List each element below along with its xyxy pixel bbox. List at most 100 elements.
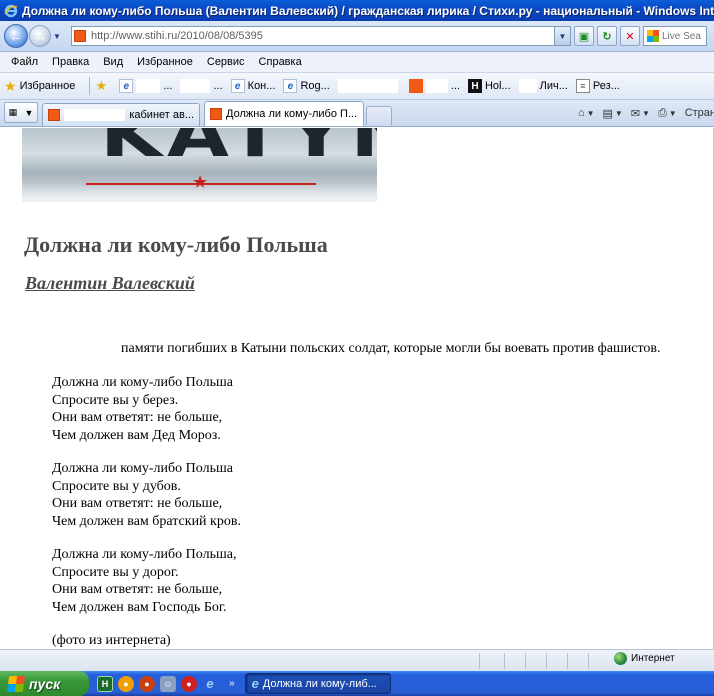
quick-launch: H ● ● ☺ ● e »	[97, 675, 241, 692]
ie-icon	[4, 4, 18, 17]
favorite-item[interactable]	[337, 79, 401, 93]
author-link[interactable]: Валентин Валевский	[25, 273, 195, 294]
quicklaunch-more-icon[interactable]: »	[229, 678, 235, 689]
favorites-star-icon[interactable]: ★	[4, 78, 17, 95]
mail-icon[interactable]: ✉	[631, 107, 640, 120]
tab-label: кабинет ав...	[129, 109, 194, 121]
poem-line: Чем должен вам Господь Бог.	[52, 599, 227, 615]
favorite-item[interactable]: H Hol...	[467, 79, 511, 93]
menu-help[interactable]: Справка	[252, 56, 309, 68]
task-label: Должна ли кому-либ...	[262, 677, 377, 690]
windows-flag-icon	[6, 675, 26, 692]
poem-line: Спросите вы у берез.	[52, 392, 179, 408]
menu-view[interactable]: Вид	[96, 56, 130, 68]
forward-button[interactable]: →	[29, 25, 51, 47]
status-segment	[504, 652, 505, 669]
favorite-item[interactable]: ≡ Рез...	[575, 79, 620, 93]
tab-label: Должна ли кому-либо П...	[226, 108, 358, 120]
home-icon[interactable]: ⌂	[578, 107, 585, 119]
add-favorite-button[interactable]: ★	[94, 78, 111, 93]
quick-tabs-icon: ▦	[8, 107, 18, 117]
back-button[interactable]: ←	[4, 24, 28, 48]
masked-label	[180, 79, 211, 93]
h-app-icon[interactable]: H	[97, 675, 113, 692]
favorites-button[interactable]: Избранное	[20, 80, 76, 92]
poem-line: Должна ли кому-либо Польша,	[52, 547, 237, 562]
new-tab-button[interactable]	[366, 106, 392, 125]
refresh-button[interactable]: ↻	[597, 26, 617, 46]
menu-tools[interactable]: Сервис	[200, 56, 252, 68]
menu-file[interactable]: Файл	[4, 56, 45, 68]
search-field[interactable]	[643, 26, 707, 46]
compatibility-button[interactable]: ▣	[574, 26, 594, 46]
history-dropdown-icon[interactable]: ▼	[53, 32, 65, 41]
ie-quicklaunch-icon[interactable]: e	[202, 676, 218, 692]
print-dropdown-icon[interactable]: ▼	[669, 109, 677, 118]
poem-line: Они вам ответят: не больше,	[52, 496, 223, 511]
poem-line: Чем должен вам братский кров.	[52, 513, 241, 529]
address-field[interactable]: http://www.stihi.ru/2010/08/08/5395 ▼	[71, 26, 571, 46]
poem-line: Должна ли кому-либо Польша	[52, 461, 233, 476]
print-icon[interactable]: ⎙	[658, 107, 667, 120]
favorite-label: Рез...	[592, 80, 620, 92]
user-app-icon[interactable]: ☺	[160, 675, 176, 692]
tab-cabinet[interactable]: кабинет ав...	[42, 103, 200, 126]
tab-current[interactable]: Должна ли кому-либо П... ✕	[204, 101, 364, 126]
feeds-dropdown-icon[interactable]: ▼	[615, 109, 623, 118]
favorite-item[interactable]: e ...	[119, 79, 172, 93]
window-title-bar[interactable]: Должна ли кому-либо Польша (Валентин Вал…	[0, 0, 714, 21]
tab-list-dropdown-icon[interactable]: ▼	[24, 108, 33, 118]
orange-square-icon	[408, 79, 423, 93]
feeds-icon[interactable]: ▤	[603, 107, 613, 120]
red-app-icon[interactable]: ●	[181, 675, 197, 692]
favorite-item[interactable]: e Rog...	[283, 79, 330, 93]
site-favicon	[48, 109, 60, 121]
masked-label	[518, 79, 537, 93]
address-dropdown-icon[interactable]: ▼	[554, 27, 570, 45]
start-label: пуск	[29, 675, 61, 692]
address-url[interactable]: http://www.stihi.ru/2010/08/08/5395	[91, 30, 263, 42]
document-icon: ≡	[575, 79, 590, 93]
command-bar: ⌂ ▼ ▤ ▼ ✉ ▼ ⎙ ▼ Стран	[570, 103, 714, 123]
menu-edit[interactable]: Правка	[45, 56, 96, 68]
masked-label	[64, 109, 126, 121]
favorite-item[interactable]: ...	[180, 79, 223, 93]
status-segment	[525, 652, 526, 669]
window-title: Должна ли кому-либо Польша (Валентин Вал…	[22, 3, 714, 18]
favorites-separator	[89, 77, 91, 95]
search-input[interactable]	[662, 30, 706, 42]
status-segment	[588, 652, 589, 669]
site-favicon	[74, 30, 86, 42]
ie-icon: e	[230, 79, 245, 93]
masked-label	[136, 79, 161, 93]
start-button[interactable]: пуск	[0, 671, 89, 696]
favorite-label: Hol...	[484, 80, 511, 92]
taskbar-window-button[interactable]: e Должна ли кому-либ...	[244, 673, 391, 694]
katyn-banner-image: KATYN ★	[22, 128, 377, 202]
menu-favorites[interactable]: Избранное	[130, 56, 200, 68]
favorite-item[interactable]: e Кон...	[230, 79, 275, 93]
poem-line: Они вам ответят: не больше,	[52, 582, 223, 597]
mail-dropdown-icon[interactable]: ▼	[642, 109, 650, 118]
add-favorite-icon: ★	[95, 78, 108, 93]
orange-app-icon[interactable]: ●	[118, 675, 134, 692]
taskbar: пуск H ● ● ☺ ● e » e Должна ли кому-либ.…	[0, 671, 714, 696]
page-content: KATYN ★ Должна ли кому-либо Польша Вален…	[0, 128, 714, 649]
favorite-label: ...	[213, 80, 223, 92]
firefox-icon[interactable]: ●	[139, 675, 155, 692]
page-menu-button[interactable]: Стран	[685, 107, 714, 119]
ie-icon: e	[119, 79, 134, 93]
zone-label: Интернет	[631, 653, 675, 664]
photo-note: (фото из интернета)	[52, 633, 171, 648]
stop-button[interactable]: ✕	[620, 26, 640, 46]
stop-icon: ✕	[625, 30, 635, 43]
security-zone[interactable]: Интернет	[614, 652, 675, 665]
favorite-item[interactable]: Лич...	[518, 79, 568, 93]
dedication: памяти погибших в Катыни польских солдат…	[121, 341, 661, 356]
favorite-label: ...	[163, 80, 173, 92]
home-dropdown-icon[interactable]: ▼	[587, 109, 595, 118]
stanza: Должна ли кому-либо Польша Спросите вы у…	[52, 460, 241, 530]
favorite-item[interactable]: ...	[408, 79, 460, 93]
quick-tabs-button[interactable]: ▦ ▼	[4, 102, 38, 123]
banner-title: KATYN	[100, 128, 377, 172]
